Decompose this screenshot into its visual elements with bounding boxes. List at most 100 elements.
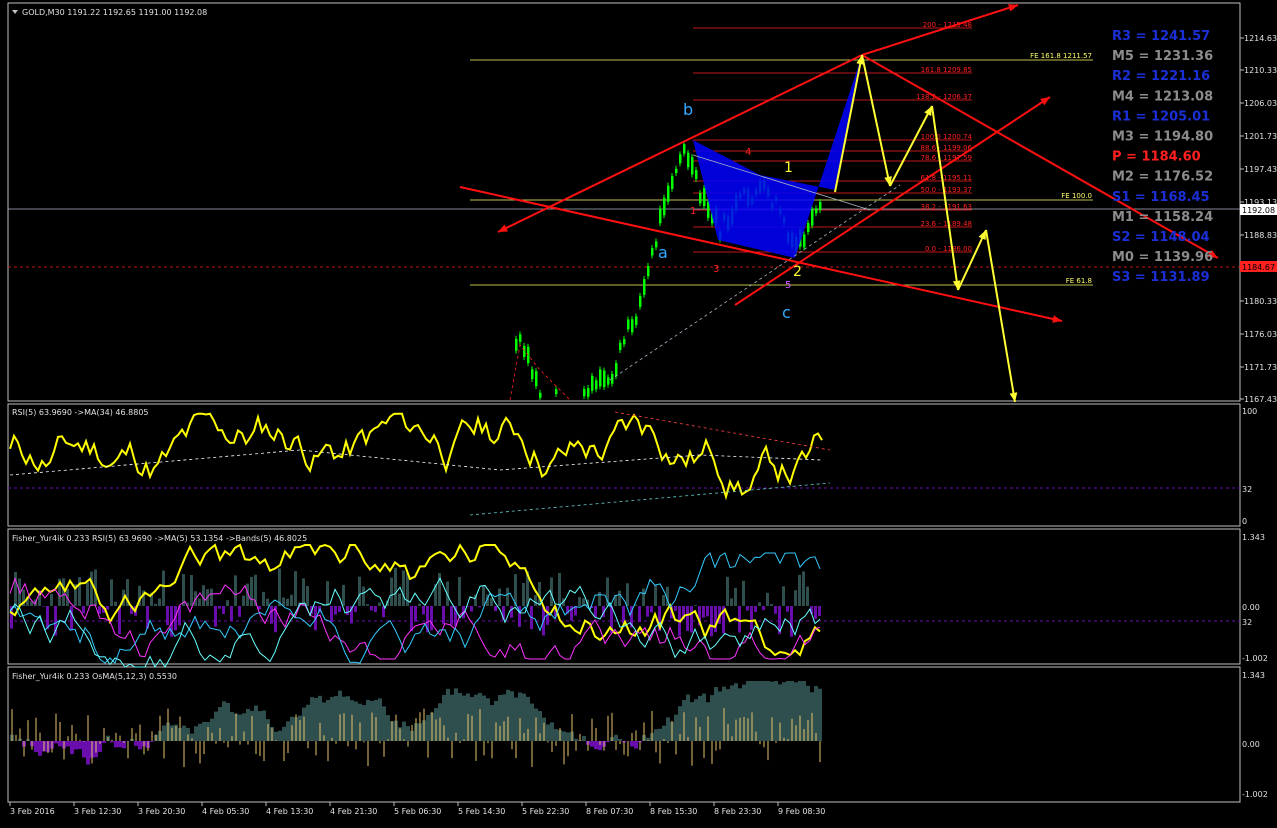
osma-hist-bar [254,706,258,741]
pivot-label: M2 = 1176.52 [1112,170,1213,185]
osma-hist-bar [554,729,558,741]
fisher-hist-bar [362,587,365,606]
fisher-hist-bar [458,577,461,606]
osma-hist-bar [110,741,114,742]
rsi-header: RSI(5) 63.9690 ->MA(34) 46.8805 [12,408,149,417]
fisher-hist-bar [814,606,817,619]
fisher-hist-bar [750,606,753,630]
fisher-hist-bar [730,598,733,606]
osma-hist-bar [382,706,386,741]
candle-body [663,198,666,216]
osma-hist-bar [714,687,718,741]
candle-body [647,266,650,276]
pivot-label: R3 = 1241.57 [1112,29,1210,44]
candle-body [631,319,634,332]
osma-hist-bar [766,681,770,741]
osma-hist-bar [566,732,570,741]
trend-arrow-top [862,5,1018,55]
candle-body [591,376,594,391]
fisher-hist-bar [238,606,241,617]
red-level-tag: 1184.67 [1242,263,1275,272]
fisher-hist-bar [86,582,89,606]
fisher-hist-bar [354,606,357,612]
fisher-hist-bar [654,585,657,606]
fisher-hist-bar [686,606,689,631]
candle-body [807,223,810,232]
current-price-tag: 1192.08 [1242,206,1275,215]
osma-hist-bar [562,731,566,741]
osma-hist-bar [310,697,314,741]
fisher-hist-bar [398,593,401,606]
osma-hist-bar [634,741,638,749]
osma-hist-bar [102,741,106,743]
fisher-hist-bar [490,598,493,606]
rsi-axis-32: 32 [1242,485,1252,494]
fisher-axis-max: 1.343 [1242,533,1265,542]
fisher-hist-bar [326,581,329,606]
fisher-hist-bar [714,606,717,632]
symbol-header: GOLD,M30 1191.22 1192.65 1191.00 1192.08 [22,8,207,17]
osma-hist-bar [690,702,694,741]
fisher-hist-bar [290,595,293,606]
pivot-label: R2 = 1221.16 [1112,69,1210,84]
candle-body [539,393,542,398]
fisher-chart[interactable] [8,545,1240,667]
osma-hist-bar [446,689,450,741]
candle-body [699,193,702,203]
fisher-hist-bar [190,575,193,606]
osma-hist-bar [710,695,714,741]
trend-arrow-rising-head [1040,97,1050,105]
osma-hist-bar [182,726,186,741]
wave-label-three: 3 [713,264,719,275]
osma-hist-bar [198,724,202,741]
pivot-label: M4 = 1213.08 [1112,89,1213,104]
candle-body [599,369,602,386]
price-tick-label: 1214.63 [1244,34,1277,43]
fisher-hist-bar [82,606,85,613]
fisher-hist-bar [14,572,17,606]
main-price-chart[interactable]: 200 - 1215.48161.8 1209.85138.2 - 1206.3… [8,4,1240,402]
osma-header: Fisher_Yur4ik 0.233 OsMA(5,12,3) 0.5530 [12,672,177,681]
time-tick-label: 8 Feb 23:30 [714,807,761,816]
fisher-hist-bar [646,606,649,617]
fisher-hist-bar [226,600,229,606]
osma-hist-bar [286,721,290,741]
osma-hist-bar [322,702,326,741]
osma-hist-bar [546,725,550,742]
osma-chart[interactable] [10,681,822,767]
fisher-hist-bar [90,572,93,606]
fisher-hist-bar [390,578,393,606]
fisher-hist-bar [286,599,289,606]
fisher-hist-bar [162,571,165,606]
candle-body [815,208,818,213]
osma-hist-bar [510,691,514,741]
osma-hist-bar [214,712,218,741]
osma-hist-bar [406,726,410,741]
time-tick-label: 8 Feb 15:30 [650,807,697,816]
osma-hist-bar [618,739,622,741]
osma-hist-bar [150,741,154,742]
osma-hist-bar [54,741,58,743]
fisher-hist-bar [242,596,245,606]
rsi-chart[interactable] [8,412,1240,515]
fisher-hist-bar [234,575,237,606]
fisher-hist-bar [70,606,73,630]
osma-hist-bar [730,685,734,741]
osma-hist-bar [514,698,518,741]
osma-hist-bar [686,695,690,741]
osma-hist-bar [262,710,266,741]
fib-label: 100.0 1200.74 [921,133,973,141]
fisher-hist-bar [222,606,225,614]
osma-hist-bar [594,741,598,749]
candle-body [643,279,646,295]
time-tick-label: 4 Feb 05:30 [202,807,249,816]
chart-canvas[interactable]: 200 - 1215.48161.8 1209.85138.2 - 1206.3… [0,0,1277,824]
collapse-arrow-icon[interactable] [12,10,18,14]
fisher-hist-bar [786,606,789,612]
osma-hist-bar [78,741,82,749]
osma-hist-bar [462,696,466,741]
osma-hist-bar [758,681,762,741]
time-tick-label: 4 Feb 13:30 [266,807,313,816]
pivot-label: R1 = 1205.01 [1112,109,1210,124]
price-axis: 1214.631210.331206.031201.731197.431193.… [1240,34,1277,404]
